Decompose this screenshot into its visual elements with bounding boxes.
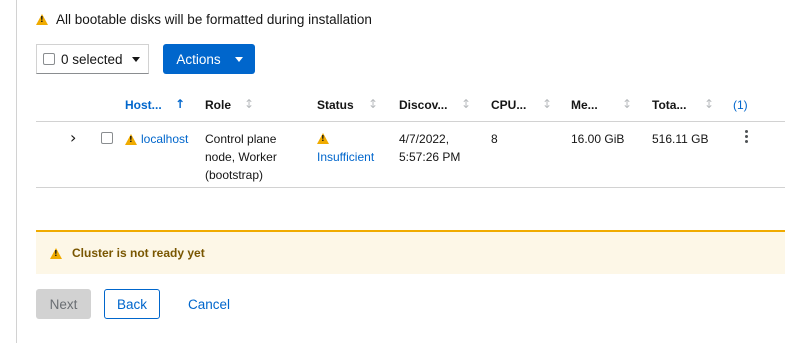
hostname-link[interactable]: localhost	[125, 130, 188, 148]
caret-down-icon	[235, 56, 243, 62]
status-warning	[317, 130, 374, 148]
table-toolbar: 0 selected Actions	[36, 44, 255, 74]
sort-arrows-icon[interactable]: ↕	[704, 97, 714, 111]
actions-button-label: Actions	[176, 51, 221, 67]
sort-arrows-icon[interactable]: ↕	[461, 97, 471, 111]
disk-format-alert: All bootable disks will be formatted dur…	[36, 12, 372, 27]
kebab-menu-icon[interactable]	[741, 130, 752, 143]
role-line: node, Worker	[205, 150, 277, 164]
cancel-button[interactable]: Cancel	[179, 289, 239, 319]
column-header-role[interactable]: Role	[205, 98, 231, 112]
row-select-checkbox[interactable]	[101, 132, 113, 144]
table-row: › localhost Control plane node, Worker (…	[36, 122, 785, 188]
warning-triangle-icon	[317, 133, 329, 144]
column-header-discovered[interactable]: Discov...	[399, 98, 447, 112]
caret-down-icon	[132, 56, 140, 62]
sort-arrows-icon[interactable]: ↕	[622, 97, 632, 111]
discovered-cell: 4/7/2022, 5:57:26 PM	[399, 130, 460, 166]
total-storage-cell: 516.11 GB	[652, 132, 709, 146]
column-header-memory[interactable]: Me...	[571, 98, 598, 112]
column-management-button[interactable]: (1)	[733, 98, 748, 112]
page-border	[16, 0, 17, 343]
bulk-select-dropdown[interactable]: 0 selected	[36, 44, 149, 74]
arrow-up-icon[interactable]: ↑	[175, 97, 185, 111]
bulk-select-label: 0 selected	[61, 51, 123, 67]
back-button[interactable]: Back	[104, 289, 160, 319]
warning-triangle-icon	[36, 14, 48, 25]
hostname-text: localhost	[141, 132, 189, 146]
chevron-right-icon[interactable]: ›	[70, 128, 76, 147]
sort-arrows-icon[interactable]: ↕	[542, 97, 552, 111]
hostname-cell: localhost	[125, 130, 188, 148]
sort-arrows-icon[interactable]: ↕	[244, 97, 254, 111]
status-link[interactable]: Insufficient	[317, 148, 374, 166]
sort-arrows-icon[interactable]: ↕	[368, 97, 378, 111]
column-header-status[interactable]: Status	[317, 98, 354, 112]
status-cell: Insufficient	[317, 130, 374, 166]
warning-triangle-icon	[50, 247, 62, 259]
discovered-line: 5:57:26 PM	[399, 150, 461, 164]
cluster-not-ready-alert: Cluster is not ready yet	[36, 230, 785, 274]
role-line: Control plane	[205, 132, 277, 146]
warning-triangle-icon	[125, 133, 137, 145]
cluster-alert-title: Cluster is not ready yet	[72, 246, 205, 260]
next-button[interactable]: Next	[36, 289, 91, 319]
bulk-select-checkbox[interactable]	[43, 53, 55, 65]
role-cell: Control plane node, Worker (bootstrap)	[205, 130, 277, 184]
column-header-cpu[interactable]: CPU...	[491, 98, 526, 112]
column-header-hostname[interactable]: Host...	[125, 98, 162, 112]
memory-cell: 16.00 GiB	[571, 132, 625, 146]
wizard-footer: Next Back Cancel	[36, 289, 239, 319]
table-header: Host... ↑ Role ↕ Status ↕ Discov... ↕ CP…	[36, 92, 785, 122]
hosts-table: Host... ↑ Role ↕ Status ↕ Discov... ↕ CP…	[36, 92, 785, 188]
actions-button[interactable]: Actions	[163, 44, 255, 74]
cpu-cell: 8	[491, 132, 498, 146]
role-line: (bootstrap)	[205, 168, 264, 182]
column-header-total-storage[interactable]: Tota...	[652, 98, 686, 112]
disk-format-alert-text: All bootable disks will be formatted dur…	[56, 12, 372, 27]
discovered-line: 4/7/2022,	[399, 132, 450, 146]
